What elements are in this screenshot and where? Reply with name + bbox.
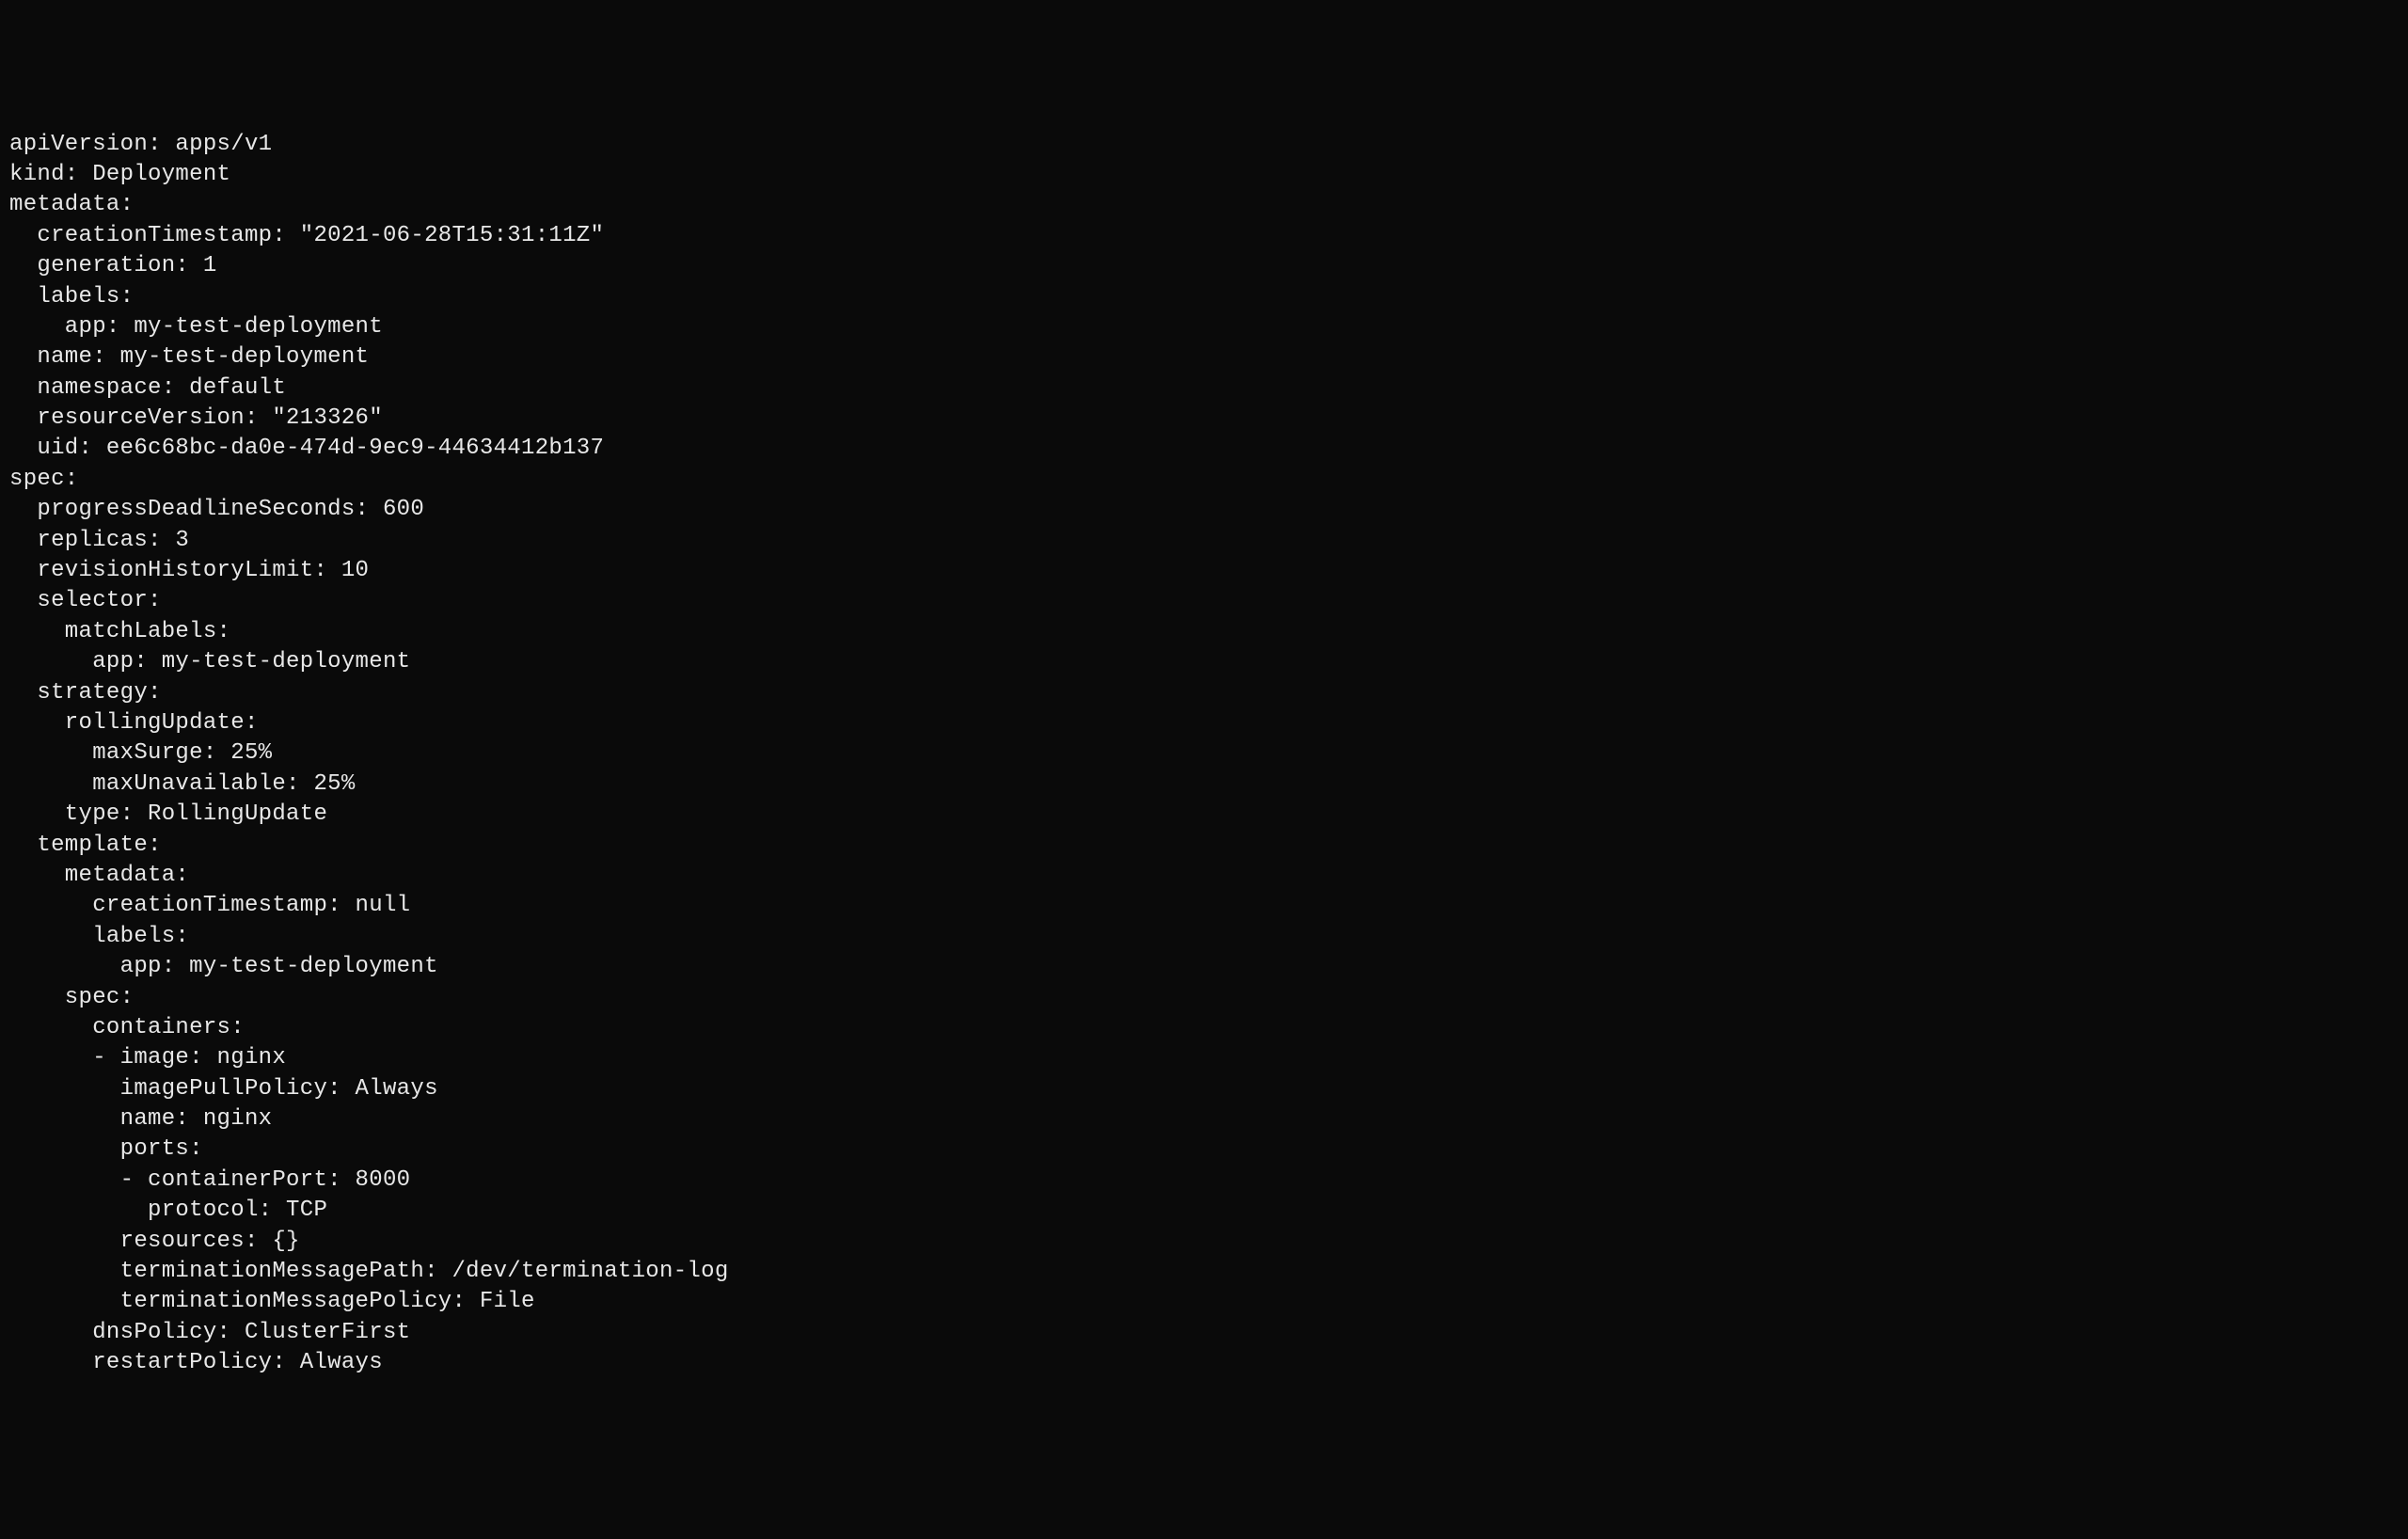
yaml-line: kind: Deployment [9,162,230,187]
yaml-line: - containerPort: 8000 [9,1167,410,1193]
yaml-line: resources: {} [9,1229,300,1254]
yaml-line: terminationMessagePath: /dev/termination… [9,1259,729,1284]
yaml-line: app: my-test-deployment [9,649,410,674]
yaml-line: ports: [9,1136,203,1162]
yaml-line: terminationMessagePolicy: File [9,1289,535,1314]
yaml-line: name: nginx [9,1106,272,1132]
yaml-line: generation: 1 [9,253,217,278]
yaml-line: creationTimestamp: "2021-06-28T15:31:11Z… [9,223,604,248]
yaml-line: containers: [9,1015,245,1040]
yaml-line: app: my-test-deployment [9,314,383,340]
yaml-line: selector: [9,588,162,613]
yaml-line: metadata: [9,863,189,888]
yaml-line: replicas: 3 [9,528,189,553]
yaml-line: revisionHistoryLimit: 10 [9,558,369,583]
yaml-line: name: my-test-deployment [9,344,369,370]
yaml-line: metadata: [9,192,134,217]
yaml-line: spec: [9,985,134,1010]
yaml-line: template: [9,833,162,858]
yaml-line: maxUnavailable: 25% [9,771,356,797]
yaml-line: matchLabels: [9,619,230,644]
yaml-line: strategy: [9,680,162,706]
yaml-line: uid: ee6c68bc-da0e-474d-9ec9-44634412b13… [9,436,604,461]
yaml-line: spec: [9,467,79,492]
yaml-line: apiVersion: apps/v1 [9,132,272,157]
yaml-line: dnsPolicy: ClusterFirst [9,1320,410,1345]
yaml-line: - image: nginx [9,1045,286,1071]
yaml-line: protocol: TCP [9,1198,327,1223]
yaml-line: maxSurge: 25% [9,740,272,766]
yaml-line: labels: [9,924,189,949]
yaml-line: imagePullPolicy: Always [9,1076,438,1102]
yaml-line: creationTimestamp: null [9,893,410,918]
yaml-line: type: RollingUpdate [9,801,327,827]
yaml-output: apiVersion: apps/v1 kind: Deployment met… [9,130,2399,1379]
yaml-line: namespace: default [9,375,286,401]
yaml-line: rollingUpdate: [9,710,259,736]
yaml-line: app: my-test-deployment [9,954,438,979]
yaml-line: labels: [9,284,134,309]
yaml-line: resourceVersion: "213326" [9,405,383,431]
yaml-line: progressDeadlineSeconds: 600 [9,497,424,522]
yaml-line: restartPolicy: Always [9,1350,383,1375]
